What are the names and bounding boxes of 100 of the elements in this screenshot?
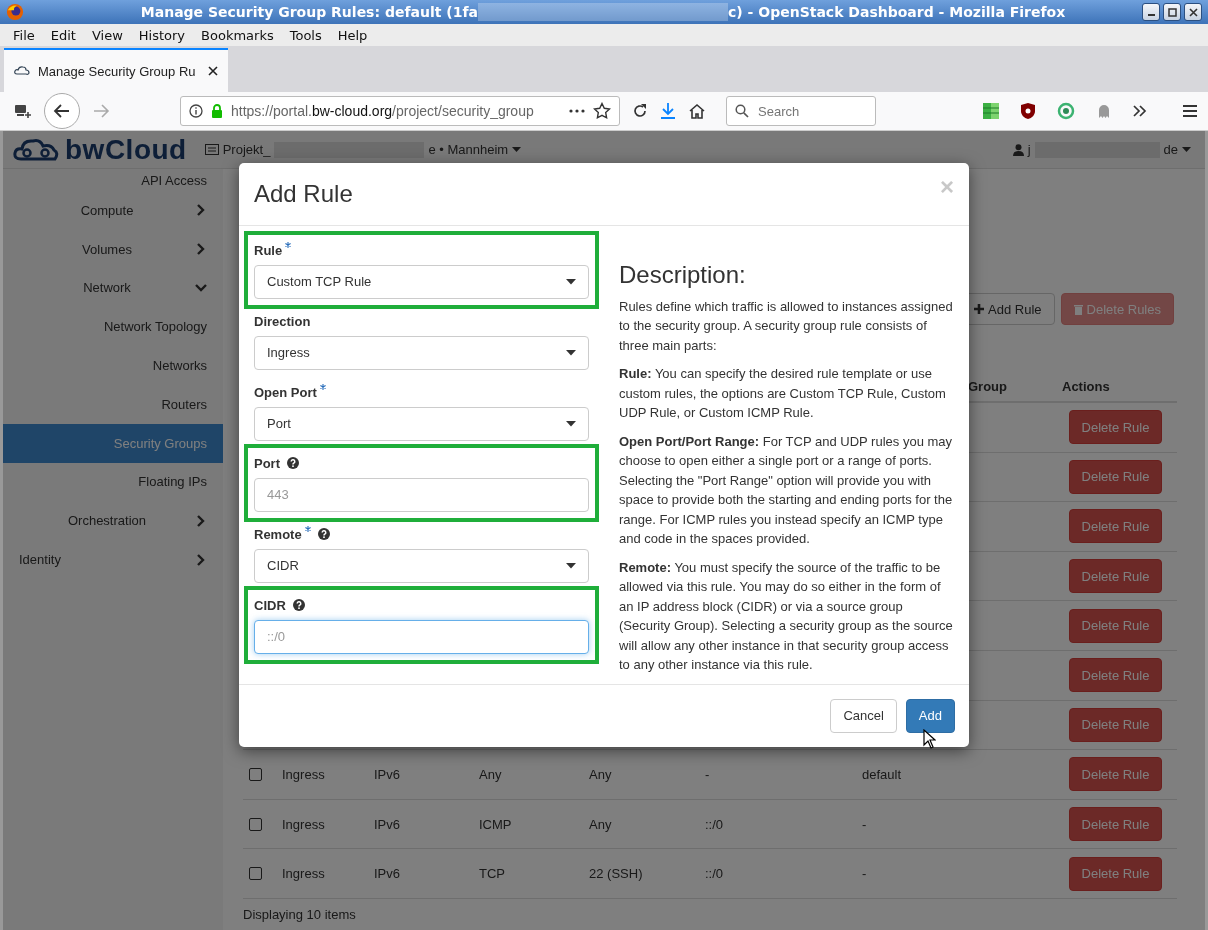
minimize-icon — [1147, 14, 1155, 16]
dialog-title: Add Rule — [254, 179, 354, 208]
project-menu[interactable]: Projekt_ e • Mannheim — [204, 141, 522, 158]
table-cell: Ingress — [282, 766, 325, 782]
close-button[interactable] — [1184, 3, 1202, 21]
sidebar-item[interactable]: Network Topology — [3, 307, 223, 347]
user-menu[interactable]: j de — [1012, 141, 1191, 158]
delete-rule-button[interactable]: Delete Rule — [1069, 559, 1162, 594]
chevron-right-icon — [195, 514, 207, 527]
overflow-icon[interactable] — [1133, 105, 1147, 117]
menu-item[interactable]: View — [83, 27, 131, 43]
table-cell: ICMP — [479, 816, 512, 832]
field-label: Remote — [254, 526, 302, 542]
search-field[interactable]: Search — [726, 96, 876, 126]
lock-icon — [211, 104, 223, 118]
menu-item[interactable]: Edit — [42, 27, 84, 43]
caret-icon — [566, 562, 576, 569]
cancel-button[interactable]: Cancel — [830, 698, 897, 733]
ring-icon[interactable] — [1057, 102, 1075, 120]
sidebar-item[interactable]: Networks — [3, 346, 223, 385]
field-label: Rule — [254, 242, 283, 258]
delete-rule-button[interactable]: Delete Rule — [1069, 856, 1162, 891]
table-cell: IPv6 — [374, 816, 400, 832]
sidebar-item[interactable]: Floating IPs — [3, 462, 223, 502]
chevron-right-icon — [195, 553, 207, 566]
group-label: Volumes — [81, 241, 133, 257]
select-field[interactable]: CIDR — [254, 548, 589, 583]
delete-rule-button[interactable]: Delete Rule — [1069, 608, 1162, 643]
sidebar-item[interactable]: Security Groups — [3, 423, 223, 463]
menu-item[interactable]: Tools — [281, 27, 330, 43]
sidebar-group[interactable]: Volumes — [3, 229, 223, 269]
reload-icon[interactable] — [632, 103, 648, 119]
caret-icon — [512, 146, 522, 153]
delete-rule-button[interactable]: Delete Rule — [1069, 410, 1162, 445]
select-field[interactable]: Ingress — [254, 335, 589, 370]
row-checkbox[interactable] — [249, 867, 262, 881]
help-icon[interactable] — [292, 598, 305, 611]
menu-icon[interactable] — [1182, 104, 1198, 118]
sidebar-group[interactable]: Orchestration — [3, 501, 223, 541]
browser-tab[interactable]: Manage Security Group Ru — [4, 48, 228, 92]
field-label: CIDR — [254, 597, 286, 613]
caret-icon — [1182, 146, 1191, 153]
group-label: Network — [82, 280, 132, 296]
sidebar-item[interactable]: API Access — [3, 169, 223, 191]
ghost-icon[interactable] — [1096, 103, 1112, 119]
star-icon[interactable] — [593, 102, 611, 120]
tab-title: Manage Security Group Ru — [38, 63, 197, 79]
menu-item[interactable]: File — [5, 27, 43, 43]
maximize-icon — [1167, 7, 1177, 17]
table-cell: - — [705, 766, 710, 782]
add-button[interactable]: Add — [905, 698, 955, 733]
row-checkbox[interactable] — [249, 767, 262, 781]
menu-item[interactable]: History — [130, 27, 194, 43]
table-cell: Ingress — [282, 816, 325, 832]
minimize-button[interactable] — [1142, 3, 1160, 21]
maximize-button[interactable] — [1163, 3, 1181, 21]
table-cell: TCP — [479, 866, 505, 882]
caret-icon — [566, 278, 576, 285]
text-field[interactable]: ::/0 — [254, 619, 589, 654]
more-icon[interactable] — [569, 109, 585, 113]
sidebar-item[interactable]: Routers — [3, 385, 223, 424]
url-text: https://portal.bw-cloud.org/project/security_group — [231, 103, 535, 119]
back-button[interactable] — [44, 93, 80, 129]
delete-rule-button[interactable]: Delete Rule — [1069, 658, 1162, 693]
group-label: Orchestration — [66, 513, 147, 529]
sidebar-group[interactable]: Identity — [3, 540, 223, 579]
row-checkbox[interactable] — [249, 817, 262, 831]
sidebar-group[interactable]: Compute — [3, 191, 223, 230]
search-icon — [735, 104, 749, 118]
field-label: Port — [254, 455, 280, 471]
delete-rule-button[interactable]: Delete Rule — [1069, 459, 1162, 494]
text-field[interactable]: 443 — [254, 477, 589, 512]
help-icon[interactable] — [287, 456, 299, 469]
close-icon[interactable] — [208, 66, 218, 76]
window-title: c) - OpenStack Dashboard - Mozilla Firefox — [728, 4, 1066, 20]
menu-item[interactable]: Help — [329, 27, 376, 43]
select-field[interactable]: Custom TCP Rule — [254, 264, 589, 299]
description-paragraph: Open Port/Port Range: For TCP and UDP rules you may choose to open either a single port or a range of ports. Selecting the "Port Range" option will provide you with space to provide both the starting and ending ports for the range. For ICMP rules you instead specify an ICMP type and code in the spaces provided. — [619, 432, 954, 548]
sidebar-group[interactable]: Network — [3, 268, 223, 308]
delete-rule-button[interactable]: Delete Rule — [1069, 757, 1162, 792]
select-field[interactable]: Port — [254, 406, 589, 441]
table-cell: Ingress — [282, 866, 325, 882]
delete-rule-button[interactable]: Delete Rule — [1069, 707, 1162, 742]
logo[interactable]: bwCloud — [13, 133, 187, 166]
shield-icon[interactable] — [1020, 102, 1036, 120]
help-icon[interactable] — [317, 527, 330, 540]
download-icon[interactable] — [660, 102, 676, 120]
device-icon[interactable] — [14, 103, 32, 119]
address-field[interactable]: https://portal.bw-cloud.org/project/security_group — [180, 96, 620, 126]
table-cell: IPv6 — [374, 866, 400, 882]
firefox-logo-icon — [6, 3, 24, 21]
menu-item[interactable]: Bookmarks — [193, 27, 282, 43]
caret-icon — [566, 349, 576, 356]
table-cell: IPv6 — [374, 766, 400, 782]
delete-rule-button[interactable]: Delete Rule — [1069, 509, 1162, 544]
delete-rule-button[interactable]: Delete Rule — [1069, 807, 1162, 842]
cloud-logo-icon — [13, 136, 59, 163]
home-icon[interactable] — [688, 103, 706, 119]
info-icon[interactable] — [189, 104, 203, 118]
table-cell: - — [862, 816, 867, 832]
